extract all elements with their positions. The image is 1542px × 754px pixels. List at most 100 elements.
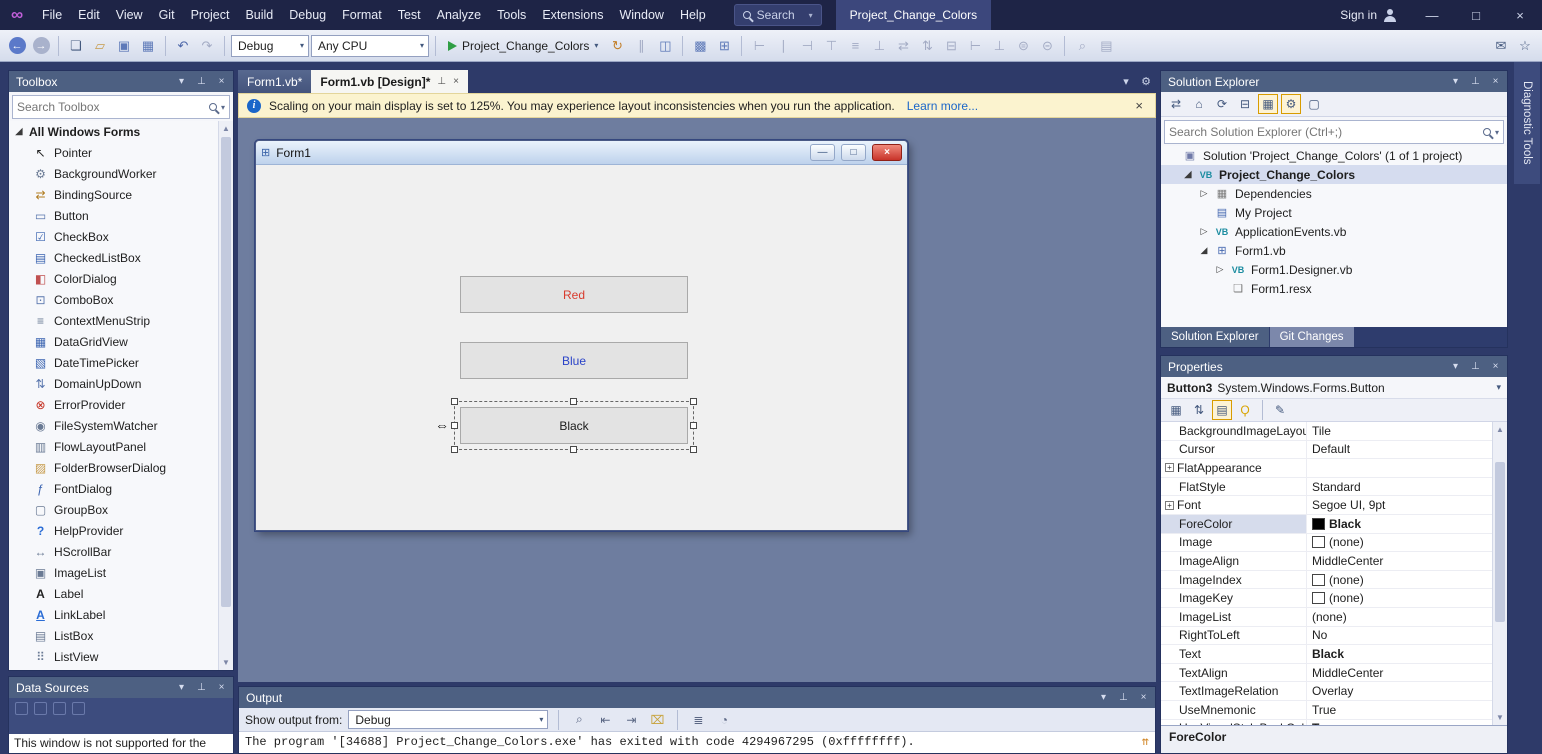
property-row-image[interactable]: Image(none): [1161, 534, 1492, 553]
expand-icon[interactable]: +: [1165, 501, 1174, 510]
tree-item-dependencies[interactable]: ▷▦Dependencies: [1161, 184, 1507, 203]
keep-open-icon[interactable]: ⊥: [437, 76, 446, 87]
refresh-icon[interactable]: ⟳: [1212, 94, 1232, 114]
pin-icon[interactable]: ⊥: [194, 76, 209, 87]
property-value[interactable]: True: [1307, 701, 1492, 719]
property-pages-icon[interactable]: ✎: [1270, 400, 1290, 420]
menu-extensions[interactable]: Extensions: [534, 0, 611, 30]
property-value[interactable]: MiddleCenter: [1307, 552, 1492, 570]
redo-icon[interactable]: ↷: [196, 34, 218, 58]
properties-header[interactable]: Properties ▾ ⊥ ×: [1161, 356, 1507, 377]
search-control[interactable]: Search ▾: [734, 4, 822, 26]
menu-analyze[interactable]: Analyze: [429, 0, 489, 30]
go-to-previous-message-icon[interactable]: ⇤: [595, 713, 615, 727]
selection-handle[interactable]: [690, 422, 697, 429]
switch-views-icon[interactable]: ⇄: [1166, 94, 1186, 114]
toolbox-group-header[interactable]: ◢ All Windows Forms: [9, 121, 218, 142]
undo-icon[interactable]: ↶: [172, 34, 194, 58]
property-row-text[interactable]: TextBlack: [1161, 645, 1492, 664]
form-minimize-button[interactable]: —: [810, 144, 835, 161]
live-share-icon[interactable]: ☆: [1514, 34, 1536, 58]
toolbox-search-input[interactable]: [17, 100, 205, 114]
collapse-icon[interactable]: ◢: [1183, 169, 1193, 180]
property-value[interactable]: Black: [1307, 515, 1492, 533]
expand-icon[interactable]: ▷: [1199, 188, 1209, 199]
align-bottoms-icon[interactable]: ⊥: [868, 34, 890, 58]
scrollbar-thumb[interactable]: [221, 137, 231, 607]
tab-diagnostic-tools[interactable]: Diagnostic Tools: [1514, 62, 1540, 184]
new-project-icon[interactable]: ❏: [65, 34, 87, 58]
toggle-word-wrap-icon[interactable]: ≣: [688, 713, 708, 727]
property-value[interactable]: (none): [1307, 589, 1492, 607]
menu-view[interactable]: View: [108, 0, 151, 30]
scrollbar-thumb[interactable]: [1495, 462, 1505, 622]
align-centers-icon[interactable]: ∣: [772, 34, 794, 58]
platform-dropdown[interactable]: Any CPU▾: [311, 35, 429, 57]
find-message-icon[interactable]: ⌕: [569, 712, 589, 727]
add-data-source-icon[interactable]: [15, 702, 28, 715]
command-window-icon[interactable]: ⊞: [713, 34, 735, 58]
output-header[interactable]: Output ▾ ⊥ ×: [239, 687, 1155, 708]
save-icon[interactable]: ▣: [113, 34, 135, 58]
configuration-dropdown[interactable]: Debug▾: [231, 35, 309, 57]
tree-item-my-project[interactable]: ▤My Project: [1161, 203, 1507, 222]
vertical-spacing-icon[interactable]: ⊥: [988, 34, 1010, 58]
toolbox-item-label[interactable]: ALabel: [9, 583, 218, 604]
chevron-down-icon[interactable]: ▾: [1495, 128, 1499, 137]
toolbox-item-contextmenustrip[interactable]: ≡ContextMenuStrip: [9, 310, 218, 331]
property-value[interactable]: Tile: [1307, 422, 1492, 440]
menu-debug[interactable]: Debug: [281, 0, 334, 30]
open-file-icon[interactable]: ▱: [89, 34, 111, 58]
hot-reload-icon[interactable]: ↻: [606, 34, 628, 58]
close-tab-icon[interactable]: ×: [453, 76, 459, 87]
close-icon[interactable]: ×: [1488, 76, 1503, 87]
tree-item-form1-resx[interactable]: ❏Form1.resx: [1161, 279, 1507, 298]
pin-icon[interactable]: ⊥: [194, 682, 209, 693]
navigate-forward-icon[interactable]: →: [30, 34, 52, 58]
toolbox-item-groupbox[interactable]: ▢GroupBox: [9, 499, 218, 520]
menu-help[interactable]: Help: [672, 0, 714, 30]
data-sources-header[interactable]: Data Sources ▾ ⊥ ×: [9, 677, 233, 698]
window-position-icon[interactable]: ▾: [1448, 76, 1463, 87]
expand-icon[interactable]: +: [1165, 463, 1174, 472]
chevron-down-icon[interactable]: ▾: [221, 103, 225, 112]
toolbox-item-flowlayoutpanel[interactable]: ▥FlowLayoutPanel: [9, 436, 218, 457]
expand-icon[interactable]: ▷: [1199, 226, 1209, 237]
preview-selected-items-icon[interactable]: ▢: [1304, 94, 1324, 114]
property-row-textimagerelation[interactable]: TextImageRelationOverlay: [1161, 682, 1492, 701]
chevron-down-icon[interactable]: ▾: [1116, 70, 1136, 93]
toolbox-item-hscrollbar[interactable]: ↔HScrollBar: [9, 541, 218, 562]
feedback-icon[interactable]: ✉: [1490, 34, 1512, 58]
navigate-back-icon[interactable]: ←: [6, 34, 28, 58]
property-value[interactable]: No: [1307, 627, 1492, 645]
property-row-cursor[interactable]: CursorDefault: [1161, 441, 1492, 460]
tree-item-solution-project-change-colors-1-of-1-pr[interactable]: ▣Solution 'Project_Change_Colors' (1 of …: [1161, 146, 1507, 165]
property-row-font[interactable]: +FontSegoe UI, 9pt: [1161, 496, 1492, 515]
selection-handle[interactable]: [690, 446, 697, 453]
tree-item-applicationevents-vb[interactable]: ▷VBApplicationEvents.vb: [1161, 222, 1507, 241]
find-in-files-icon[interactable]: ▩: [689, 34, 711, 58]
expand-icon[interactable]: ▷: [1215, 264, 1225, 275]
close-icon[interactable]: ×: [1136, 692, 1151, 703]
configure-icon[interactable]: [72, 702, 85, 715]
toolbox-item-imagelist[interactable]: ▣ImageList: [9, 562, 218, 583]
close-icon[interactable]: ×: [214, 76, 229, 87]
tree-item-form1-vb[interactable]: ◢⊞Form1.vb: [1161, 241, 1507, 260]
toolbox-item-listview[interactable]: ⠿ListView: [9, 646, 218, 667]
property-row-flatstyle[interactable]: FlatStyleStandard: [1161, 478, 1492, 497]
toolbox-item-button[interactable]: ▭Button: [9, 205, 218, 226]
save-all-icon[interactable]: ▦: [137, 34, 159, 58]
menu-edit[interactable]: Edit: [70, 0, 108, 30]
form-button-blue[interactable]: Blue: [460, 342, 688, 379]
edit-data-source-icon[interactable]: [34, 702, 47, 715]
form-titlebar[interactable]: ⊞ Form1 — □ ×: [256, 141, 907, 165]
selection-handle[interactable]: [451, 422, 458, 429]
toolbox-item-errorprovider[interactable]: ⊗ErrorProvider: [9, 394, 218, 415]
tab-form1-design[interactable]: Form1.vb [Design]* ⊥ ×: [311, 70, 468, 93]
designed-form[interactable]: ⊞ Form1 — □ × RedBlueBlack⇔: [255, 140, 908, 531]
categorized-icon[interactable]: ▦: [1166, 400, 1186, 420]
selection-handle[interactable]: [690, 398, 697, 405]
toolbox-item-maskedtextbox[interactable]: #MaskedTextBox: [9, 667, 218, 670]
infobar-close-icon[interactable]: ×: [1131, 98, 1147, 113]
tab-git-changes[interactable]: Git Changes: [1270, 327, 1354, 347]
